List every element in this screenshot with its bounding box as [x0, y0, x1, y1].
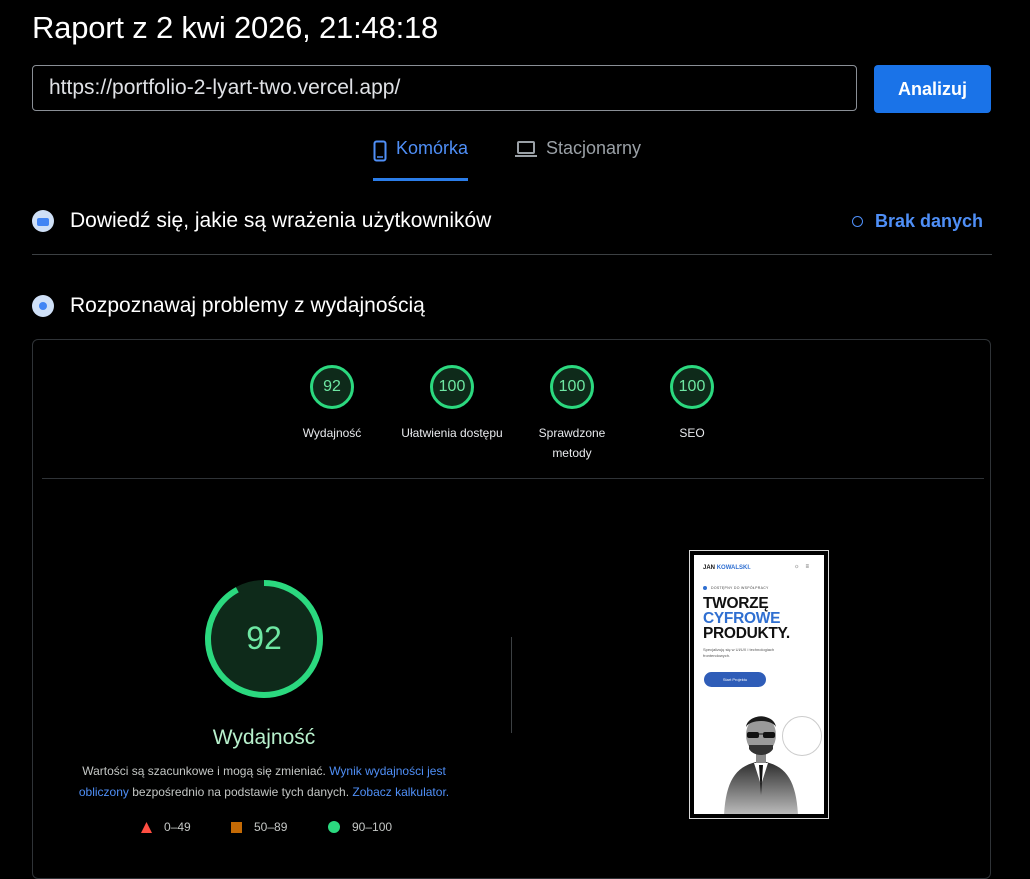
gauge-label: Ułatwienia dostępu	[401, 426, 503, 440]
tab-desktop[interactable]: Stacjonarny	[515, 138, 641, 180]
square-icon	[231, 821, 242, 833]
section-divider	[32, 254, 992, 255]
score-description: Wartości są szacunkowe i mogą się zmieni…	[72, 761, 456, 803]
no-data-status[interactable]: Brak danych	[852, 211, 983, 232]
tab-mobile-label: Komórka	[396, 138, 469, 158]
analyze-button[interactable]: Analizuj	[874, 65, 991, 113]
vertical-divider	[511, 637, 512, 733]
tab-mobile[interactable]: Komórka	[373, 138, 469, 181]
person-photo	[724, 716, 798, 814]
screenshot-logo: JAN KOWALSKI.	[703, 565, 751, 571]
score-value: 92	[246, 620, 282, 656]
legend-pass: 90–100	[328, 820, 392, 834]
legend-average: 50–89	[231, 820, 287, 834]
panel-divider	[42, 478, 984, 479]
performance-icon	[32, 295, 54, 317]
triangle-icon	[141, 821, 152, 833]
screenshot-tagline: DOSTĘPNY DO WSPÓŁPRACY	[703, 586, 769, 590]
gauge-accessibility[interactable]: 100 Ułatwienia dostępu	[392, 365, 512, 443]
laptop-icon	[515, 140, 537, 163]
performance-score-gauge: 92	[205, 580, 323, 698]
gauge-seo[interactable]: 100 SEO	[632, 365, 752, 443]
field-data-title: Dowiedź się, jakie są wrażenia użytkowni…	[70, 209, 492, 232]
report-title: Raport z 2 kwi 2026, 21:48:18	[32, 10, 439, 45]
screenshot-cta: Start Projektu	[704, 672, 766, 687]
url-input[interactable]: https://portfolio-2-lyart-two.vercel.app…	[32, 65, 857, 111]
circle-icon	[328, 821, 340, 833]
smartphone-icon	[373, 140, 387, 167]
screenshot-subtitle: Specjalizuję się w UI/UX i technologiach…	[703, 647, 775, 658]
screenshot-content: JAN KOWALSKI. ☼≡ DOSTĘPNY DO WSPÓŁPRACY …	[694, 555, 824, 814]
legend-fail: 0–49	[141, 820, 191, 834]
gauge-ring: 92	[310, 365, 354, 409]
gauge-best-practices[interactable]: 100 Sprawdzone metody	[512, 365, 632, 463]
desc-text: bezpośrednio na podstawie tych danych.	[128, 785, 353, 799]
url-value: https://portfolio-2-lyart-two.vercel.app…	[49, 76, 401, 99]
calculator-link[interactable]: Zobacz kalkulator.	[352, 785, 449, 799]
gauge-performance[interactable]: 92 Wydajność	[272, 365, 392, 443]
legend-range: 50–89	[254, 820, 288, 834]
gauge-label: SEO	[679, 426, 705, 440]
gauge-ring: 100	[670, 365, 714, 409]
lab-data-header: Rozpoznawaj problemy z wydajnością	[32, 294, 425, 318]
gauge-ring: 100	[550, 365, 594, 409]
no-data-label: Brak danych	[875, 211, 984, 231]
desc-text: Wartości są szacunkowe i mogą się zmieni…	[82, 764, 330, 778]
screenshot-headline: TWORZĘ CYFROWE PRODUKTY.	[703, 595, 790, 642]
legend-range: 90–100	[352, 820, 393, 834]
lab-data-title: Rozpoznawaj problemy z wydajnością	[70, 294, 425, 317]
field-data-header: Dowiedź się, jakie są wrażenia użytkowni…	[32, 209, 491, 233]
gauge-label: Sprawdzone metody	[538, 426, 606, 460]
users-icon	[32, 210, 54, 232]
gauge-label: Wydajność	[302, 426, 362, 440]
tab-desktop-label: Stacjonarny	[546, 138, 642, 158]
screenshot-menu-icons: ☼≡	[794, 564, 815, 570]
final-screenshot[interactable]: JAN KOWALSKI. ☼≡ DOSTĘPNY DO WSPÓŁPRACY …	[689, 550, 829, 819]
legend-range: 0–49	[164, 820, 191, 834]
info-icon	[852, 216, 863, 227]
performance-label: Wydajność	[212, 726, 316, 749]
gauge-ring: 100	[430, 365, 474, 409]
